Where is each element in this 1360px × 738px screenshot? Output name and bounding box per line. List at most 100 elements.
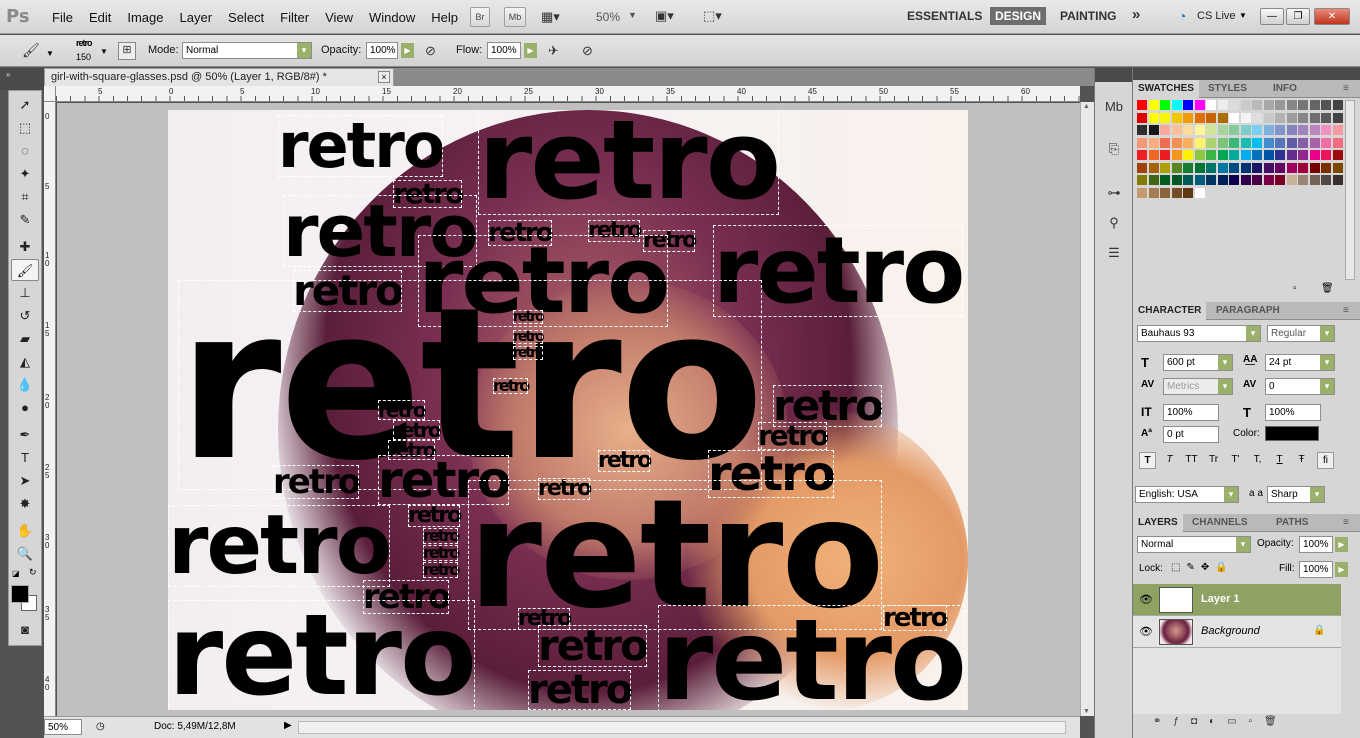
color-swatch[interactable]	[1321, 175, 1331, 185]
color-swatch[interactable]	[1194, 125, 1205, 135]
vertical-scale-field[interactable]: 100%	[1163, 404, 1219, 421]
color-swatch[interactable]	[1298, 175, 1308, 185]
swap-colors-icon[interactable]: ↻	[29, 567, 37, 578]
airbrush-icon[interactable]: ✈	[548, 43, 559, 59]
color-swatch[interactable]	[1160, 137, 1170, 148]
delete-swatch-icon[interactable]: 🗑	[1321, 283, 1334, 294]
color-swatch[interactable]	[1263, 112, 1274, 123]
status-info-icon[interactable]: ◷	[96, 721, 105, 732]
color-swatch[interactable]	[1298, 125, 1308, 135]
new-group-icon[interactable]: ▭	[1227, 716, 1248, 727]
color-swatch[interactable]	[1263, 100, 1274, 110]
color-swatch[interactable]	[1286, 100, 1297, 110]
baseline-shift-field[interactable]: 0 pt	[1163, 426, 1219, 443]
color-swatch[interactable]	[1217, 100, 1228, 110]
lock-options-icon[interactable]: ⬚✎✥🔒	[1171, 562, 1234, 573]
menu-file[interactable]: File	[44, 10, 81, 25]
tab-styles[interactable]: STYLES	[1203, 80, 1252, 98]
color-swatch[interactable]	[1275, 137, 1285, 148]
color-swatch[interactable]	[1194, 112, 1205, 123]
subscript-button[interactable]: T,	[1249, 452, 1266, 469]
minimize-button[interactable]: —	[1260, 8, 1284, 25]
tablet-pressure-size-icon[interactable]: ⊘	[582, 43, 593, 59]
language-dropdown[interactable]: English: USA	[1135, 486, 1239, 503]
document-tab[interactable]: girl-with-square-glasses.psd @ 50% (Laye…	[44, 68, 394, 86]
color-swatch[interactable]	[1321, 137, 1331, 148]
color-swatch[interactable]	[1286, 137, 1297, 148]
color-swatch[interactable]	[1206, 100, 1216, 110]
color-swatch[interactable]	[1194, 150, 1205, 160]
color-swatch[interactable]	[1321, 125, 1331, 135]
menu-image[interactable]: Image	[119, 10, 171, 25]
text-color-swatch[interactable]	[1265, 426, 1319, 441]
menu-window[interactable]: Window	[361, 10, 423, 25]
color-swatch[interactable]	[1171, 162, 1182, 173]
view-extras-icon[interactable]: ▦▾	[541, 9, 560, 25]
more-workspaces-button[interactable]: »	[1132, 6, 1140, 23]
color-swatch[interactable]	[1229, 100, 1239, 110]
color-swatch[interactable]	[1148, 187, 1159, 198]
color-swatch[interactable]	[1298, 137, 1308, 148]
color-swatch[interactable]	[1252, 162, 1262, 173]
history-panel-icon[interactable]: ⎘	[1102, 138, 1126, 160]
color-swatch[interactable]	[1240, 162, 1251, 173]
tab-channels[interactable]: CHANNELS	[1187, 514, 1253, 532]
color-swatch[interactable]	[1240, 125, 1251, 135]
layer-name[interactable]: Layer 1	[1201, 593, 1240, 605]
color-swatch[interactable]	[1183, 150, 1193, 160]
color-swatch[interactable]	[1206, 162, 1216, 173]
color-swatch[interactable]	[1263, 125, 1274, 135]
chevron-down-icon[interactable]: ▼	[46, 49, 54, 58]
color-swatch[interactable]	[1137, 100, 1147, 110]
color-swatch[interactable]	[1252, 137, 1262, 148]
link-layers-icon[interactable]: ⚭	[1153, 716, 1173, 727]
color-swatch[interactable]	[1194, 175, 1205, 185]
color-swatch[interactable]	[1206, 112, 1216, 123]
opacity-field[interactable]: 100%	[366, 42, 398, 59]
color-swatch[interactable]	[1137, 187, 1147, 198]
default-colors-icon[interactable]: ◪	[12, 569, 20, 578]
color-swatch[interactable]	[1171, 100, 1182, 110]
color-swatch[interactable]	[1332, 162, 1343, 173]
color-swatch[interactable]	[1298, 100, 1308, 110]
color-swatch[interactable]	[1332, 175, 1343, 185]
color-swatch[interactable]	[1332, 125, 1343, 135]
menu-help[interactable]: Help	[423, 10, 466, 25]
color-swatch[interactable]	[1240, 175, 1251, 185]
color-swatch[interactable]	[1160, 150, 1170, 160]
menu-edit[interactable]: Edit	[81, 10, 119, 25]
tab-swatches[interactable]: SWATCHES	[1133, 80, 1199, 98]
document-canvas[interactable]: retro retro retro retro retro retro retro retro…	[168, 110, 968, 710]
color-swatch[interactable]	[1240, 100, 1251, 110]
layer-row-layer-1[interactable]: 👁 Layer 1	[1133, 584, 1341, 616]
clone-source-panel-icon[interactable]: ⚲	[1102, 212, 1126, 234]
strikethrough-button[interactable]: Ŧ	[1293, 452, 1310, 469]
color-swatch[interactable]	[1194, 100, 1205, 110]
color-swatch[interactable]	[1217, 125, 1228, 135]
workspace-design[interactable]: DESIGN	[990, 7, 1047, 25]
color-swatch[interactable]	[1217, 175, 1228, 185]
color-swatch[interactable]	[1252, 125, 1262, 135]
status-menu-arrow-icon[interactable]: ▶	[284, 720, 292, 731]
color-swatch[interactable]	[1160, 125, 1170, 135]
color-swatch[interactable]	[1275, 150, 1285, 160]
flow-field[interactable]: 100%	[487, 42, 521, 59]
color-swatch[interactable]	[1160, 100, 1170, 110]
screen-mode-icon[interactable]: ⬚▾	[703, 8, 722, 24]
brush-preview[interactable]: retro	[76, 38, 92, 48]
color-swatch[interactable]	[1171, 137, 1182, 148]
swatch-grid[interactable]	[1137, 100, 1347, 200]
color-swatch[interactable]	[1332, 150, 1343, 160]
color-swatch[interactable]	[1137, 125, 1147, 135]
mode-dropdown[interactable]: Normal	[182, 42, 312, 59]
color-swatch[interactable]	[1332, 112, 1343, 123]
color-swatch[interactable]	[1160, 162, 1170, 173]
color-swatch[interactable]	[1275, 112, 1285, 123]
color-swatch[interactable]	[1229, 125, 1239, 135]
color-swatch[interactable]	[1309, 125, 1320, 135]
color-swatch[interactable]	[1263, 137, 1274, 148]
color-swatch[interactable]	[1194, 187, 1205, 198]
shape-tool-icon[interactable]: ✸	[9, 493, 41, 515]
color-swatch[interactable]	[1137, 150, 1147, 160]
color-swatch[interactable]	[1298, 150, 1308, 160]
